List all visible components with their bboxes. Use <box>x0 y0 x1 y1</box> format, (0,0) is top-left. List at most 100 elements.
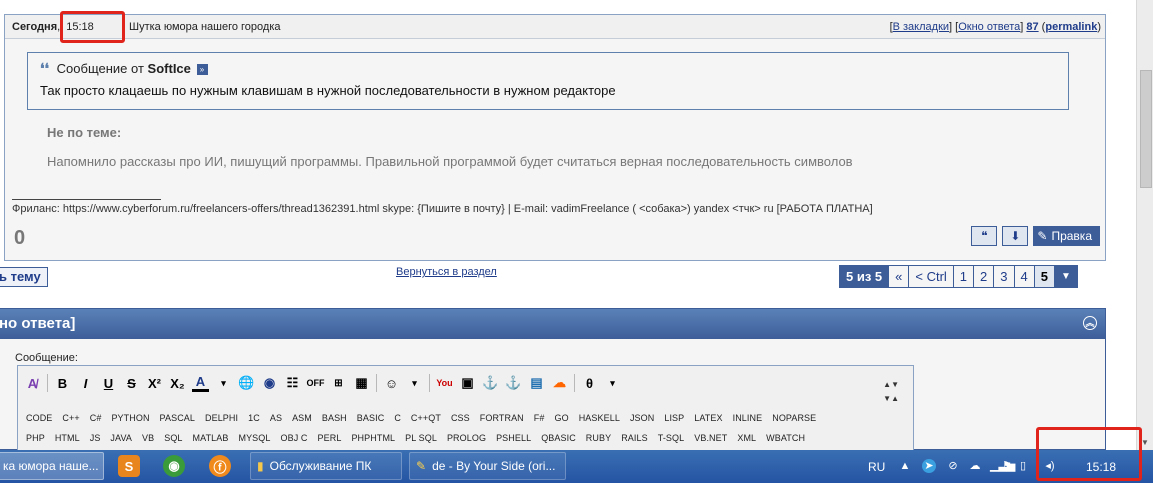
anchor-icon[interactable]: ⚓ <box>482 375 499 392</box>
firefox-icon[interactable]: ⓕ <box>209 455 231 477</box>
lang-button[interactable]: INLINE <box>733 413 763 423</box>
lang-button[interactable]: BASH <box>322 413 347 423</box>
power-icon[interactable]: ▯ <box>1016 459 1030 473</box>
font-color-icon[interactable]: A <box>192 374 209 392</box>
lang-button[interactable]: WBATCH <box>766 433 805 443</box>
lang-button[interactable]: T-SQL <box>658 433 685 443</box>
offtopic-button[interactable]: OFF <box>307 375 325 392</box>
pager-dropdown-icon[interactable]: ▼ <box>1053 266 1077 287</box>
pager-page-1[interactable]: 1 <box>952 266 974 287</box>
lang-button[interactable]: C# <box>90 413 102 423</box>
reply-window-link[interactable]: Окно ответа <box>958 21 1020 33</box>
lang-button[interactable]: PROLOG <box>447 433 486 443</box>
tray-expand-icon[interactable]: ▲ <box>898 459 912 473</box>
bold-icon[interactable]: B <box>54 375 71 392</box>
pager-prev[interactable]: < Ctrl <box>908 266 953 287</box>
link-icon[interactable]: 🌐 <box>238 375 255 392</box>
lang-button[interactable]: CSS <box>451 413 470 423</box>
lang-button[interactable]: VB.NET <box>694 433 727 443</box>
flag-icon[interactable]: ⚑ <box>1000 459 1014 473</box>
lang-button[interactable]: PL SQL <box>405 433 437 443</box>
pager-page-2[interactable]: 2 <box>973 266 994 287</box>
taskbar-task-folder[interactable]: ▮ Обслуживание ПК <box>250 452 402 480</box>
dropdown-icon[interactable]: ▾ <box>406 375 423 392</box>
lang-button[interactable]: C++QT <box>411 413 441 423</box>
scrollbar-thumb[interactable] <box>1140 70 1152 188</box>
goto-post-icon[interactable]: » <box>196 64 208 76</box>
lang-button[interactable]: AS <box>270 413 282 423</box>
lang-button[interactable]: CODE <box>26 413 52 423</box>
lang-button[interactable]: JSON <box>630 413 654 423</box>
permalink-link[interactable]: permalink <box>1045 21 1097 33</box>
cloud-icon[interactable]: ☁ <box>968 459 982 473</box>
taskbar-task-browser[interactable]: ка юмора наше... <box>0 452 104 480</box>
lang-button[interactable]: PHP <box>26 433 45 443</box>
reply-topic-button[interactable]: ь тему <box>0 267 48 287</box>
lang-button[interactable]: BASIC <box>357 413 385 423</box>
superscript-icon[interactable]: X² <box>146 375 163 392</box>
lang-button[interactable]: PERL <box>318 433 342 443</box>
taskbar-task-player[interactable]: ✎ de - By Your Side (ori... <box>409 452 566 480</box>
attachment-image-icon[interactable]: ▤ <box>528 375 545 392</box>
lang-button[interactable]: LATEX <box>694 413 722 423</box>
image-icon[interactable]: ▣ <box>459 375 476 392</box>
dropdown-icon[interactable]: ▾ <box>604 375 621 392</box>
scroll-down-arrow-icon[interactable]: ▼ <box>1141 438 1149 447</box>
lang-button[interactable]: RUBY <box>586 433 611 443</box>
subscript-icon[interactable]: X₂ <box>169 375 186 392</box>
lang-button[interactable]: DELPHI <box>205 413 238 423</box>
italic-icon[interactable]: I <box>77 375 94 392</box>
table-icon[interactable]: ▦ <box>353 375 370 392</box>
smiley-icon[interactable]: ☺ <box>383 375 400 392</box>
input-language[interactable]: RU <box>868 450 885 483</box>
quote-toolbar-icon[interactable]: ☷ <box>284 375 301 392</box>
lang-button[interactable]: C++ <box>62 413 79 423</box>
lang-button[interactable]: HASKELL <box>579 413 620 423</box>
lang-button[interactable]: 1C <box>248 413 260 423</box>
chrome-icon[interactable]: ◉ <box>163 455 185 477</box>
back-to-section-link[interactable]: Вернуться в раздел <box>396 266 497 278</box>
clear-format-icon[interactable]: A̸ <box>24 375 41 392</box>
email-icon[interactable]: ◉ <box>261 375 278 392</box>
lang-button[interactable]: RAILS <box>621 433 648 443</box>
formula-icon[interactable]: θ <box>581 375 598 392</box>
lang-button[interactable]: JAVA <box>110 433 132 443</box>
lang-button[interactable]: PSHELL <box>496 433 531 443</box>
youtube-icon[interactable]: You <box>436 375 453 392</box>
lang-button[interactable]: LISP <box>664 413 684 423</box>
pager-page-3[interactable]: 3 <box>993 266 1014 287</box>
lang-button[interactable]: PHPHTML <box>351 433 395 443</box>
lang-button[interactable]: OBJ C <box>281 433 308 443</box>
pager-first[interactable]: « <box>888 266 909 287</box>
lang-button[interactable]: XML <box>737 433 756 443</box>
lang-button[interactable]: MATLAB <box>193 433 229 443</box>
lang-button[interactable]: GO <box>555 413 569 423</box>
post-number-link[interactable]: 87 <box>1026 21 1038 33</box>
bookmark-link[interactable]: В закладки <box>893 21 949 33</box>
soundcloud-icon[interactable]: ☁ <box>551 375 568 392</box>
lang-button[interactable]: PYTHON <box>111 413 149 423</box>
underline-icon[interactable]: U <box>100 375 117 392</box>
lang-button[interactable]: JS <box>90 433 101 443</box>
lang-button[interactable]: F# <box>534 413 545 423</box>
lang-button[interactable]: MYSQL <box>238 433 270 443</box>
scroll-up-icon[interactable]: ▲▼ <box>883 378 899 392</box>
lang-button[interactable]: FORTRAN <box>480 413 524 423</box>
quote-reply-icon[interactable]: ⬇ <box>1002 226 1029 246</box>
lang-button[interactable]: HTML <box>55 433 80 443</box>
sync-icon[interactable]: ⊘ <box>946 459 960 473</box>
lang-button[interactable]: QBASIC <box>541 433 576 443</box>
scroll-down-icon[interactable]: ▼▲ <box>883 392 899 406</box>
lang-button[interactable]: SQL <box>164 433 182 443</box>
lang-button[interactable]: VB <box>142 433 154 443</box>
pager-page-4[interactable]: 4 <box>1013 266 1034 287</box>
collapse-icon[interactable]: ︽ <box>1083 316 1097 330</box>
page-scrollbar[interactable]: ▼ <box>1136 0 1153 450</box>
lang-button[interactable]: PASCAL <box>160 413 195 423</box>
spoiler-icon[interactable]: ⊞ <box>330 375 347 392</box>
dropdown-icon[interactable]: ▾ <box>215 375 232 392</box>
strike-icon[interactable]: S <box>123 375 140 392</box>
sublime-icon[interactable]: S <box>118 455 140 477</box>
telegram-icon[interactable]: ➤ <box>922 459 936 473</box>
anchor-link-icon[interactable]: ⚓ <box>505 375 522 392</box>
